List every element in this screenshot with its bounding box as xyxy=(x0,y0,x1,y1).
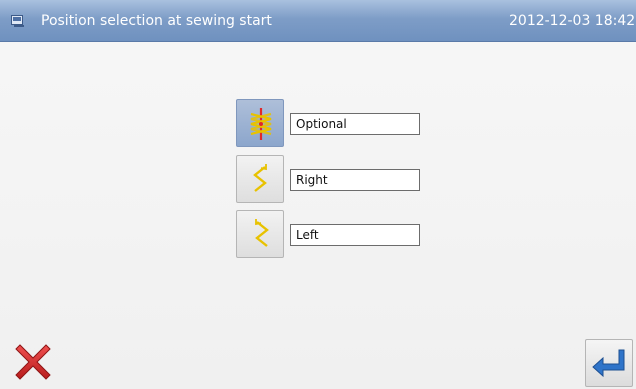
optional-stitch-icon xyxy=(250,108,272,140)
left-label-field: Left xyxy=(290,224,420,246)
option-row-right: Right xyxy=(236,155,426,205)
close-icon xyxy=(15,344,51,380)
optional-label-field: Optional xyxy=(290,113,420,135)
option-row-optional: Optional xyxy=(236,99,426,149)
right-button[interactable] xyxy=(236,155,284,203)
optional-button[interactable] xyxy=(236,99,284,147)
enter-button[interactable] xyxy=(585,339,633,387)
page-title: Position selection at sewing start xyxy=(41,13,272,29)
left-start-stitch-icon xyxy=(255,219,269,247)
option-row-left: Left xyxy=(236,210,426,260)
left-button[interactable] xyxy=(236,210,284,258)
title-bar: Position selection at sewing start 2012-… xyxy=(0,0,636,42)
panel-icon xyxy=(11,15,24,27)
right-label-field: Right xyxy=(290,169,420,191)
screen: Position selection at sewing start 2012-… xyxy=(0,0,636,389)
datetime-display: 2012-12-03 18:42 xyxy=(509,13,636,29)
cancel-button[interactable] xyxy=(10,339,56,385)
right-start-stitch-icon xyxy=(253,164,267,192)
enter-icon xyxy=(592,349,625,378)
